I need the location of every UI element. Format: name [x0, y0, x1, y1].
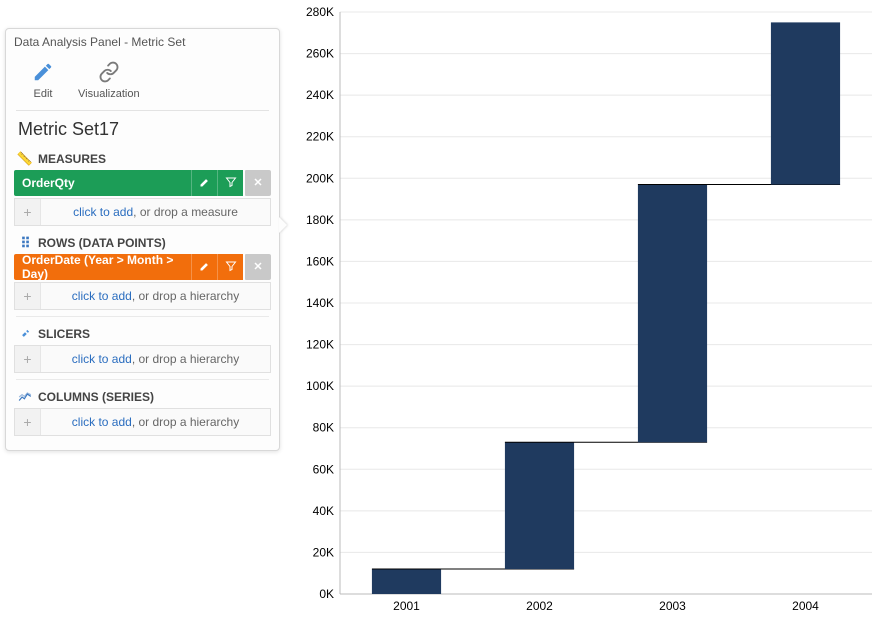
- rows-header: ⠿ ROWS (DATA POINTS): [14, 232, 271, 254]
- section-divider: [16, 379, 269, 380]
- rows-chip-orderdate[interactable]: OrderDate (Year > Month > Day): [14, 254, 271, 280]
- rows-edit-button[interactable]: [191, 254, 217, 280]
- panel-pointer: [279, 217, 287, 233]
- plus-icon: +: [23, 288, 31, 304]
- visualization-button[interactable]: Visualization: [72, 57, 146, 104]
- section-divider: [16, 316, 269, 317]
- pencil-icon: [32, 61, 54, 86]
- plus-icon: +: [23, 351, 31, 367]
- columns-header-label: COLUMNS (SERIES): [38, 390, 154, 404]
- columns-header: COLUMNS (SERIES): [14, 386, 271, 408]
- y-tick-label: 160K: [306, 254, 334, 268]
- measures-header: 📏 MEASURES: [14, 148, 271, 170]
- panel-title: Data Analysis Panel - Metric Set: [6, 29, 279, 53]
- rows-add-link[interactable]: click to add: [72, 289, 132, 303]
- y-tick-label: 60K: [313, 462, 334, 476]
- y-tick-label: 240K: [306, 88, 334, 102]
- slicers-add-link[interactable]: click to add: [72, 352, 132, 366]
- series-icon: [18, 390, 32, 404]
- measures-add-button[interactable]: +: [15, 199, 41, 225]
- measures-header-label: MEASURES: [38, 152, 106, 166]
- plus-icon: +: [23, 414, 31, 430]
- columns-dropzone[interactable]: + click to add, or drop a hierarchy: [14, 408, 271, 436]
- columns-add-button[interactable]: +: [15, 409, 41, 435]
- bar[interactable]: [771, 22, 840, 184]
- panel-toolbar: Edit Visualization: [16, 53, 269, 111]
- rows-section: ⠿ ROWS (DATA POINTS) OrderDate (Year > M…: [14, 232, 271, 310]
- columns-drop-text: click to add, or drop a hierarchy: [41, 415, 270, 429]
- slicers-section: SLICERS + click to add, or drop a hierar…: [14, 323, 271, 373]
- y-tick-label: 40K: [313, 504, 334, 518]
- pencil-icon: [199, 260, 211, 275]
- measure-chip-label: OrderQty: [14, 170, 191, 196]
- rows-remove-button[interactable]: [245, 254, 271, 280]
- y-tick-label: 20K: [313, 545, 334, 559]
- filter-icon: [225, 260, 237, 275]
- plus-icon: +: [23, 204, 31, 220]
- y-tick-label: 180K: [306, 213, 334, 227]
- measure-chip-orderqty[interactable]: OrderQty: [14, 170, 271, 196]
- measures-dropzone[interactable]: + click to add, or drop a measure: [14, 198, 271, 226]
- rows-dropzone[interactable]: + click to add, or drop a hierarchy: [14, 282, 271, 310]
- measure-filter-button[interactable]: [217, 170, 243, 196]
- close-icon: [252, 260, 264, 275]
- bar[interactable]: [505, 442, 574, 569]
- columns-section: COLUMNS (SERIES) + click to add, or drop…: [14, 386, 271, 436]
- measure-remove-button[interactable]: [245, 170, 271, 196]
- y-tick-label: 80K: [313, 421, 334, 435]
- brush-icon: [18, 327, 32, 341]
- x-tick-label: 2003: [659, 599, 686, 613]
- pencil-icon: [199, 176, 211, 191]
- measures-add-link[interactable]: click to add: [73, 205, 133, 219]
- columns-add-link[interactable]: click to add: [72, 415, 132, 429]
- slicers-add-button[interactable]: +: [15, 346, 41, 372]
- y-tick-label: 120K: [306, 338, 334, 352]
- visualization-label: Visualization: [78, 88, 140, 100]
- slicers-header: SLICERS: [14, 323, 271, 345]
- y-tick-label: 280K: [306, 5, 334, 19]
- dots-icon: ⠿: [18, 236, 32, 250]
- y-tick-label: 260K: [306, 47, 334, 61]
- rows-chip-label: OrderDate (Year > Month > Day): [14, 254, 191, 280]
- bar[interactable]: [638, 185, 707, 443]
- edit-label: Edit: [34, 88, 53, 100]
- rows-add-button[interactable]: +: [15, 283, 41, 309]
- slicers-header-label: SLICERS: [38, 327, 90, 341]
- bar[interactable]: [372, 569, 441, 594]
- data-analysis-panel: Data Analysis Panel - Metric Set Edit Vi…: [5, 28, 280, 451]
- x-tick-label: 2004: [792, 599, 819, 613]
- y-tick-label: 100K: [306, 379, 334, 393]
- x-tick-label: 2002: [526, 599, 553, 613]
- slicers-drop-text: click to add, or drop a hierarchy: [41, 352, 270, 366]
- waterfall-chart: 0K 20K 40K 60K 80K 100K 120K 140K 160K 180K 200K 22…: [296, 2, 882, 622]
- x-tick-label: 2001: [393, 599, 420, 613]
- y-tick-label: 200K: [306, 171, 334, 185]
- y-tick-label: 220K: [306, 130, 334, 144]
- slicers-dropzone[interactable]: + click to add, or drop a hierarchy: [14, 345, 271, 373]
- link-icon: [98, 61, 120, 86]
- measures-section: 📏 MEASURES OrderQty + click to add, or d…: [14, 148, 271, 226]
- y-tick-label: 140K: [306, 296, 334, 310]
- measures-drop-text: click to add, or drop a measure: [41, 205, 270, 219]
- rows-filter-button[interactable]: [217, 254, 243, 280]
- filter-icon: [225, 176, 237, 191]
- rows-drop-text: click to add, or drop a hierarchy: [41, 289, 270, 303]
- measure-edit-button[interactable]: [191, 170, 217, 196]
- y-tick-label: 0K: [319, 587, 334, 601]
- metric-set-name: Metric Set17: [6, 111, 279, 148]
- ruler-icon: 📏: [18, 152, 32, 166]
- rows-header-label: ROWS (DATA POINTS): [38, 236, 166, 250]
- edit-button[interactable]: Edit: [26, 57, 60, 104]
- close-icon: [252, 176, 264, 191]
